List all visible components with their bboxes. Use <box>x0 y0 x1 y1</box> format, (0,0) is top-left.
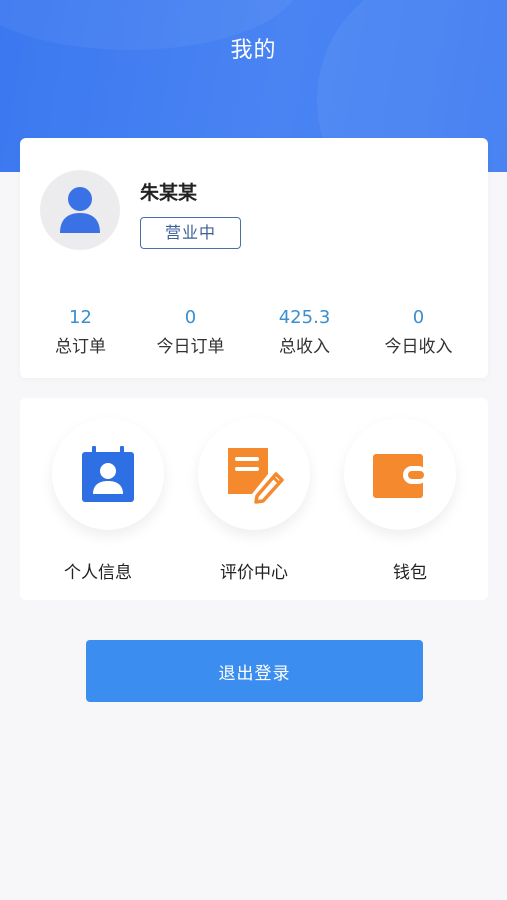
menu-item-personal-info[interactable]: 个人信息 <box>20 398 176 600</box>
stat-label: 总订单 <box>55 337 106 357</box>
stat-label: 今日订单 <box>156 337 225 357</box>
stat-value: 0 <box>184 307 197 328</box>
stat-value: 0 <box>412 307 425 328</box>
menu-item-wallet[interactable]: 钱包 <box>332 398 488 600</box>
stat-label: 今日收入 <box>384 337 453 357</box>
icon-circle <box>344 418 456 530</box>
contact-card-icon <box>82 446 134 502</box>
avatar[interactable] <box>40 170 120 250</box>
stat-today-orders[interactable]: 0 今日订单 <box>132 306 249 359</box>
stat-value: 12 <box>69 307 92 328</box>
stat-total-orders[interactable]: 12 总订单 <box>22 306 139 359</box>
page-title: 我的 <box>230 38 277 63</box>
stats-row: 12 总订单 0 今日订单 425.3 总收入 0 今日收入 <box>20 306 488 366</box>
user-name: 朱某某 <box>140 182 198 204</box>
wallet-icon <box>373 454 427 498</box>
profile-card: 朱某某 营业中 12 总订单 0 今日订单 425.3 总收入 0 今日收入 <box>20 138 488 378</box>
stat-total-income[interactable]: 425.3 总收入 <box>246 306 363 359</box>
menu-card: 个人信息 评价中心 钱包 <box>20 398 488 600</box>
menu-label: 个人信息 <box>64 563 132 583</box>
logout-button[interactable]: 退出登录 <box>86 640 423 702</box>
status-badge: 营业中 <box>140 217 241 249</box>
stat-label: 总收入 <box>279 337 330 357</box>
menu-label: 评价中心 <box>220 563 288 583</box>
edit-note-icon <box>228 448 284 504</box>
icon-circle <box>198 418 310 530</box>
user-icon <box>60 187 100 233</box>
stat-value: 425.3 <box>278 307 331 328</box>
icon-circle <box>52 418 164 530</box>
stat-today-income[interactable]: 0 今日收入 <box>360 306 477 359</box>
menu-item-review-center[interactable]: 评价中心 <box>176 398 332 600</box>
menu-label: 钱包 <box>393 563 427 583</box>
